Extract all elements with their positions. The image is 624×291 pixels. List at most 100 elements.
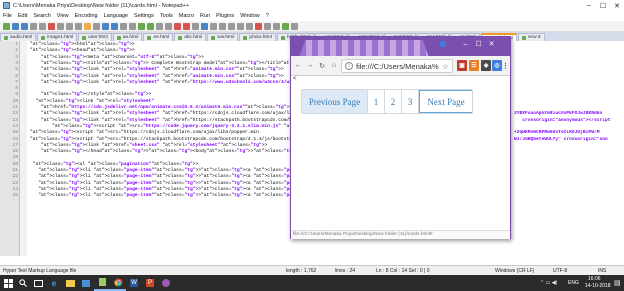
save-macro-icon[interactable]	[273, 22, 280, 30]
zoom-out-icon[interactable]	[138, 22, 145, 30]
open-file-icon[interactable]	[12, 22, 19, 30]
reload-icon[interactable]: ↻	[317, 60, 327, 72]
undo-icon[interactable]	[93, 22, 100, 30]
menu-search[interactable]: Search	[33, 13, 50, 19]
record-macro-icon[interactable]	[237, 22, 244, 30]
chrome-taskbar-icon[interactable]	[110, 275, 126, 291]
home-icon[interactable]: ⌂	[329, 60, 339, 72]
title-bar: C:\Users\Menaka Priya\Desktop\New folder…	[0, 0, 624, 11]
info-icon[interactable]: i	[345, 62, 353, 70]
menu-run[interactable]: Run	[200, 13, 210, 19]
doc-map-icon[interactable]	[201, 22, 208, 30]
back-arrow-icon[interactable]: ←	[293, 60, 303, 72]
file-tab[interactable]: abc.html	[174, 33, 207, 41]
print-icon[interactable]	[57, 22, 64, 30]
find-icon[interactable]	[111, 22, 118, 30]
function-list-icon[interactable]	[210, 22, 217, 30]
input-language[interactable]: ENG	[568, 280, 579, 286]
menu-tools[interactable]: Tools	[160, 13, 173, 19]
menu-macro[interactable]: Macro	[179, 13, 194, 19]
word-icon[interactable]: W	[126, 275, 142, 291]
close-all-icon[interactable]	[48, 22, 55, 30]
minimize-button[interactable]: –	[582, 0, 596, 11]
search-icon[interactable]	[16, 276, 30, 290]
play-macro-icon[interactable]	[255, 22, 262, 30]
app-icon[interactable]	[158, 275, 174, 291]
menu-help[interactable]: ?	[266, 13, 269, 19]
monitor-icon[interactable]	[228, 22, 235, 30]
cut-icon[interactable]	[66, 22, 73, 30]
paste-icon[interactable]	[84, 22, 91, 30]
replace-icon[interactable]	[120, 22, 127, 30]
file-tab[interactable]: ww.html	[207, 33, 239, 41]
file-tab[interactable]: audio.html	[0, 33, 37, 41]
next-page-link[interactable]: Next Page	[419, 90, 472, 113]
bookmark-star-icon[interactable]: ☆	[442, 62, 449, 71]
address-url[interactable]: file:///C:/Users/Menaka%	[356, 62, 439, 71]
zoom-in-icon[interactable]	[129, 22, 136, 30]
powerpoint-icon[interactable]: P	[142, 275, 158, 291]
file-explorer-icon[interactable]	[62, 275, 78, 291]
menu-edit[interactable]: Edit	[18, 13, 27, 19]
file-tab[interactable]: new 9	[517, 33, 545, 41]
copy-icon[interactable]	[75, 22, 82, 30]
close-button[interactable]: ✕	[610, 0, 624, 11]
extension-red-icon[interactable]: ▣	[457, 60, 467, 71]
clock-date[interactable]: 14-10-2018	[585, 283, 611, 289]
save-all-icon[interactable]	[30, 22, 37, 30]
indent-guide-icon[interactable]	[183, 22, 190, 30]
file-tab[interactable]: ee.html	[143, 33, 174, 41]
menu-encoding[interactable]: Encoding	[75, 13, 98, 19]
clock-time[interactable]: 16:06	[588, 276, 601, 282]
tray-icons[interactable]: ⌃ ▭ ◀)	[540, 280, 557, 286]
spellcheck-icon[interactable]	[282, 22, 289, 30]
menu-plugins[interactable]: Plugins	[216, 13, 234, 19]
maximize-button[interactable]: ☐	[596, 0, 610, 11]
extension-orange-icon[interactable]: ☰	[469, 60, 479, 71]
chrome-minimize-button[interactable]: –	[459, 40, 472, 49]
plugin-icon[interactable]	[291, 22, 298, 30]
new-file-icon[interactable]	[3, 22, 10, 30]
word-wrap-icon[interactable]	[165, 22, 172, 30]
browser-tab[interactable]	[299, 40, 429, 56]
chrome-close-button[interactable]: ✕	[485, 40, 498, 49]
file-tab[interactable]: image1.html	[37, 33, 78, 41]
profile-icon[interactable]	[440, 41, 446, 47]
menu-settings[interactable]: Settings	[134, 13, 154, 19]
file-tab-label: user.html	[88, 35, 108, 40]
edge-icon[interactable]: e	[46, 275, 62, 291]
menu-file[interactable]: File	[3, 13, 12, 19]
store-icon[interactable]	[78, 275, 94, 291]
redo-icon[interactable]	[102, 22, 109, 30]
menu-view[interactable]: View	[57, 13, 69, 19]
page-3-link[interactable]: 3	[402, 90, 419, 113]
save-icon[interactable]	[21, 22, 28, 30]
extension-blue-icon[interactable]: ◎	[492, 60, 502, 71]
status-length: length : 1,762	[286, 267, 317, 274]
file-tab[interactable]: user.html	[78, 33, 112, 41]
menu-language[interactable]: Language	[104, 13, 128, 19]
sync-h-icon[interactable]	[156, 22, 163, 30]
forward-arrow-icon[interactable]: →	[305, 60, 315, 72]
udl-icon[interactable]	[192, 22, 199, 30]
address-bar[interactable]: i file:///C:/Users/Menaka% ☆	[341, 59, 453, 73]
menu-window[interactable]: Window	[240, 13, 260, 19]
file-tab[interactable]: photo.html	[239, 33, 276, 41]
task-view-icon[interactable]	[30, 275, 46, 291]
notepadpp-taskbar-icon[interactable]	[94, 275, 110, 291]
close-icon[interactable]	[39, 22, 46, 30]
start-button[interactable]	[0, 275, 16, 291]
run-macro-icon[interactable]	[264, 22, 271, 30]
chrome-menu-icon[interactable]: ⋮	[502, 60, 509, 71]
file-tab[interactable]: aa.html	[112, 33, 143, 41]
extension-dark-icon[interactable]: ◆	[481, 60, 491, 71]
notification-icon[interactable]: ▤	[614, 279, 621, 287]
all-chars-icon[interactable]	[174, 22, 181, 30]
page-2-link[interactable]: 2	[385, 90, 402, 113]
stop-macro-icon[interactable]	[246, 22, 253, 30]
previous-page-link[interactable]: Previous Page	[302, 90, 368, 113]
sync-v-icon[interactable]	[147, 22, 154, 30]
folder-workspace-icon[interactable]	[219, 22, 226, 30]
page-1-link[interactable]: 1	[368, 90, 385, 113]
chrome-maximize-button[interactable]: ☐	[472, 40, 485, 49]
